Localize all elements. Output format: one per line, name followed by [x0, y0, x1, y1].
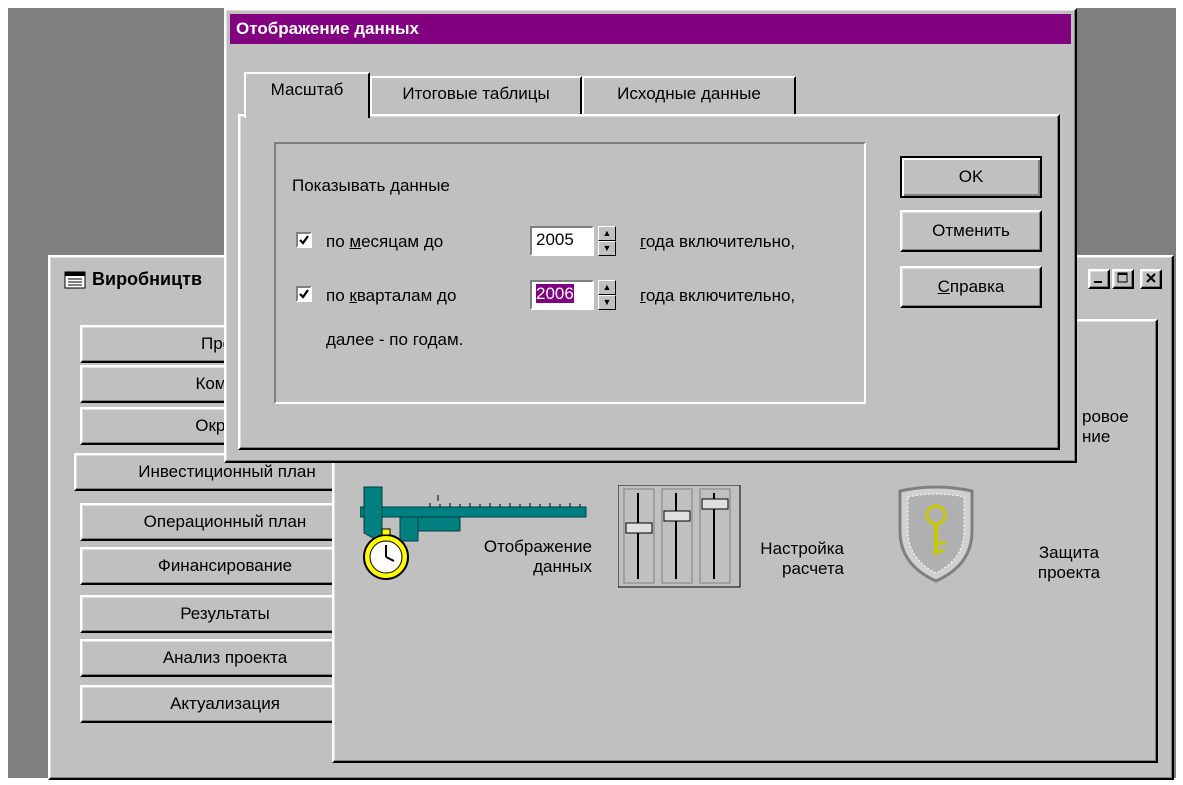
help-accel: С [937, 277, 950, 296]
by-months-label-accel: м [349, 232, 362, 251]
project-protection-tool[interactable]: Защита проекта [894, 485, 1124, 595]
close-button[interactable] [1140, 269, 1162, 289]
tab-summary-tables[interactable]: Итоговые таблицы [370, 76, 582, 114]
project-protection-line1: Защита [1038, 543, 1100, 562]
by-quarters-label-pre: по [326, 286, 350, 305]
ok-button[interactable]: OK [900, 156, 1042, 198]
display-data-line1: Отображение [483, 537, 592, 556]
nav-results[interactable]: Результаты [80, 595, 370, 633]
hidden-tool-label: ровое ние [1082, 407, 1129, 447]
close-icon [1146, 273, 1156, 283]
shield-key-icon [898, 485, 974, 583]
calc-settings-line1: Настройка [760, 539, 844, 558]
dialog-titlebar[interactable]: Отображение данных [230, 14, 1071, 44]
calc-settings-tool[interactable]: Настройка расчета [618, 485, 878, 595]
spin-up-icon[interactable]: ▲ [598, 280, 616, 295]
by-quarters-checkbox[interactable] [296, 286, 312, 302]
checkmark-icon [299, 289, 309, 299]
help-text: правка [949, 277, 1005, 296]
nav-operational-plan[interactable]: Операционный план [80, 503, 370, 541]
months-year-value: 2005 [536, 230, 574, 249]
nav-actualization[interactable]: Актуализация [80, 685, 370, 723]
tab-panel: Показывать данные по месяцам до 2005 ▲ ▼… [238, 114, 1060, 450]
display-data-tool[interactable]: Отображение данных [360, 483, 600, 593]
months-year-spinner[interactable]: ▲ ▼ [598, 226, 616, 256]
tab-source-data[interactable]: Исходные данные [582, 76, 796, 114]
project-protection-line2: проекта [1037, 563, 1101, 582]
quarters-year-input[interactable]: 2006 [530, 280, 594, 310]
by-quarters-label-accel: к [349, 286, 357, 305]
group-label: Показывать данные [292, 176, 450, 195]
by-months-label-post: есяцам до [361, 232, 444, 251]
by-months-checkbox[interactable] [296, 232, 312, 248]
display-data-line2: данных [533, 557, 592, 576]
project-window-title: Виробництв [92, 269, 203, 289]
spin-down-icon[interactable]: ▼ [598, 295, 616, 310]
quarters-tail-text: ода включительно, [645, 286, 796, 305]
by-months-label: по месяцам до [326, 232, 443, 252]
help-button[interactable]: Справка [900, 266, 1042, 308]
quarters-year-spinner[interactable]: ▲ ▼ [598, 280, 616, 310]
cancel-button[interactable]: Отменить [900, 210, 1042, 252]
dialog-title: Отображение данных [236, 19, 419, 38]
hidden-tool-label-line2: ние [1082, 427, 1111, 446]
calc-settings-line2: расчета [781, 559, 844, 578]
maximize-icon [1117, 272, 1128, 283]
footer-label: далее - по годам. [326, 330, 464, 349]
maximize-button[interactable] [1112, 269, 1134, 289]
checkmark-icon [299, 235, 309, 245]
nav-project-analysis[interactable]: Анализ проекта [80, 639, 370, 677]
sliders-icon [618, 485, 741, 588]
by-months-label-pre: по [326, 232, 350, 251]
minimize-button[interactable] [1088, 269, 1110, 289]
spin-up-icon[interactable]: ▲ [598, 226, 616, 241]
tab-scale[interactable]: Масштаб [244, 72, 370, 118]
window-icon [64, 271, 86, 289]
by-quarters-label-post: варталам до [356, 286, 457, 305]
by-quarters-label: по кварталам до [326, 286, 456, 306]
nav-financing[interactable]: Финансирование [80, 547, 370, 585]
quarters-tail-label: года включительно, [640, 286, 795, 306]
group-box: Показывать данные по месяцам до 2005 ▲ ▼… [274, 142, 866, 404]
display-data-dialog: Отображение данных Масштаб Итоговые табл… [224, 8, 1077, 463]
months-tail-text: ода включительно, [645, 232, 796, 251]
quarters-year-value: 2006 [536, 284, 574, 303]
spin-down-icon[interactable]: ▼ [598, 241, 616, 256]
months-tail-label: года включительно, [640, 232, 795, 252]
minimize-icon [1094, 281, 1102, 283]
months-year-input[interactable]: 2005 [530, 226, 594, 256]
hidden-tool-label-line1: ровое [1082, 407, 1129, 426]
